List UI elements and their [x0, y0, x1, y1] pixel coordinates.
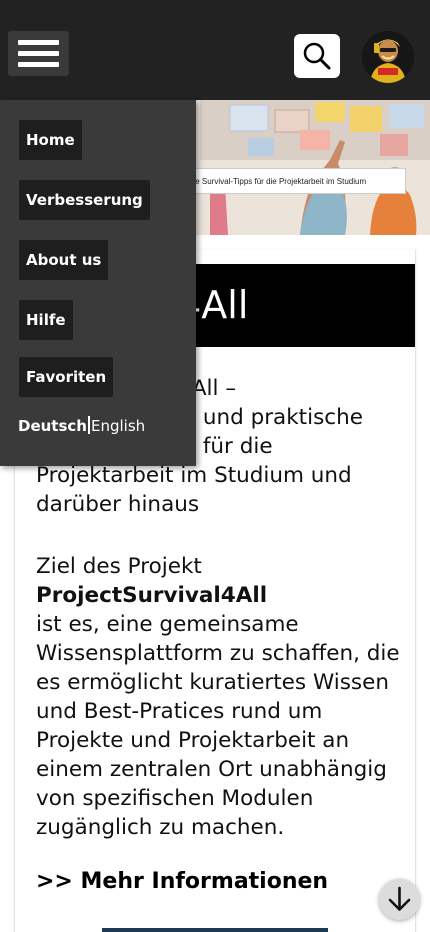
search-button[interactable] — [294, 34, 340, 78]
project-name: ProjectSurvival4All — [36, 583, 268, 608]
menu-item-home[interactable]: Home — [19, 120, 82, 160]
more-info-link[interactable]: >> Mehr Informationen — [36, 869, 328, 894]
nav-menu: Home Verbesserung About us Hilfe Favorit… — [0, 100, 196, 466]
hamburger-line — [18, 62, 59, 67]
subtitle-line: darüber hinaus — [36, 492, 200, 517]
description-text: ist es, eine gemeinsame Wissensplattform… — [36, 612, 400, 840]
language-de[interactable]: Deutsch — [18, 417, 87, 435]
language-en[interactable]: English — [91, 417, 145, 435]
menu-item-verbesserung[interactable]: Verbesserung — [19, 180, 150, 220]
menu-item-favoriten[interactable]: Favoriten — [19, 357, 114, 397]
language-switcher: Deutsch English — [18, 416, 145, 435]
hamburger-menu-button[interactable] — [8, 31, 69, 76]
arrow-down-icon — [388, 886, 411, 911]
avatar-icon — [362, 31, 414, 83]
description-intro: Ziel des Projekt — [36, 554, 202, 579]
language-divider — [87, 416, 90, 434]
menu-item-about-us[interactable]: About us — [19, 240, 109, 280]
menu-item-hilfe[interactable]: Hilfe — [19, 300, 73, 340]
search-icon — [303, 42, 331, 70]
avatar[interactable] — [362, 31, 414, 83]
project-description: Ziel des Projekt ProjectSurvival4All ist… — [36, 552, 408, 842]
hamburger-line — [18, 40, 59, 45]
hamburger-line — [18, 51, 59, 56]
scroll-down-button[interactable] — [379, 879, 420, 920]
content-image — [102, 928, 328, 932]
top-bar — [0, 0, 430, 100]
